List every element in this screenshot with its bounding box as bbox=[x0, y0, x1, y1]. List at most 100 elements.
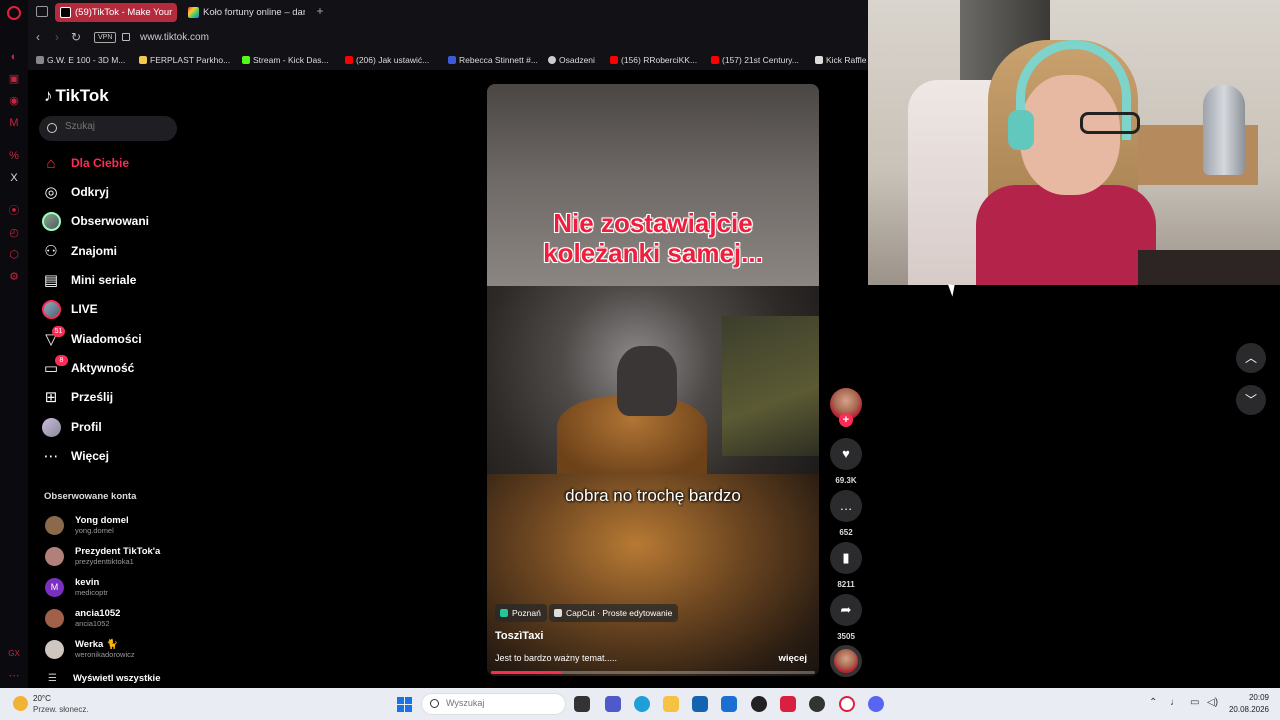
nav-item-following[interactable]: Obserwowani bbox=[42, 211, 182, 233]
messenger-icon[interactable]: ◉ bbox=[8, 95, 20, 107]
video-progress-bar[interactable] bbox=[491, 671, 815, 674]
video-headline: Nie zostawiajcie koleżanki samej... bbox=[487, 208, 819, 268]
like-action[interactable]: ♥ 69.3K bbox=[830, 438, 862, 485]
share-action[interactable]: ➦ 3505 bbox=[830, 594, 862, 641]
headline-line: koleżanki samej... bbox=[543, 238, 763, 268]
video-player[interactable]: Nie zostawiajcie koleżanki samej... dobr… bbox=[487, 84, 819, 676]
microphone-tray-icon[interactable]: ♩ bbox=[1170, 697, 1180, 708]
search-input[interactable] bbox=[65, 121, 165, 132]
rockstar-icon[interactable] bbox=[780, 696, 796, 712]
followed-account[interactable]: Prezydent TikTok'a prezydenttiktoka1 bbox=[44, 544, 184, 570]
aria-icon[interactable]: ◐ bbox=[8, 51, 20, 63]
bookmark-item[interactable]: Stream - Kick Das... bbox=[242, 55, 329, 65]
search-icon[interactable] bbox=[47, 123, 57, 133]
opera-logo-icon[interactable] bbox=[7, 6, 21, 20]
bookmark-item[interactable]: Osadzeni bbox=[548, 55, 595, 65]
tab-tiktok[interactable]: (59)TikTok - Make Your bbox=[55, 3, 177, 22]
bookmark-item[interactable]: Rebecca Stinnett #... bbox=[448, 55, 538, 65]
nav-item-explore[interactable]: ◎ Odkryj bbox=[42, 182, 182, 204]
back-icon[interactable]: ‹ bbox=[36, 31, 40, 43]
discord-icon[interactable] bbox=[868, 696, 884, 712]
comment-icon[interactable]: … bbox=[830, 490, 862, 522]
forward-icon[interactable]: › bbox=[55, 31, 59, 43]
player-icon[interactable]: ⦿ bbox=[8, 205, 20, 217]
taskbar-search-input[interactable] bbox=[446, 698, 556, 708]
followed-account[interactable]: ancia1052 ancia1052 bbox=[44, 606, 184, 632]
save-action[interactable]: ▮ 8211 bbox=[830, 542, 862, 589]
comment-action[interactable]: … 652 bbox=[830, 490, 862, 537]
sun-icon[interactable] bbox=[13, 696, 28, 711]
g-hub-icon[interactable] bbox=[751, 696, 767, 712]
settings-gear-icon[interactable]: ⚙ bbox=[8, 271, 20, 283]
task-view-icon[interactable] bbox=[574, 696, 590, 712]
teams-icon[interactable] bbox=[605, 696, 621, 712]
history-icon[interactable]: ◴ bbox=[8, 227, 20, 239]
gx-icon[interactable]: GX bbox=[8, 648, 20, 660]
extensions-icon[interactable]: ⬡ bbox=[8, 249, 20, 261]
taskbar-search[interactable] bbox=[421, 693, 566, 715]
tab-menu-icon[interactable] bbox=[36, 6, 48, 17]
bag-icon[interactable]: ▣ bbox=[8, 73, 20, 85]
store-icon[interactable] bbox=[692, 696, 708, 712]
nav-item-friends[interactable]: ⚇ Znajomi bbox=[42, 241, 182, 263]
tab-kolo-fortuny[interactable]: Koło fortuny online – darmo bbox=[183, 3, 305, 22]
outlook-icon[interactable] bbox=[721, 696, 737, 712]
nav-item-live[interactable]: LIVE bbox=[42, 299, 182, 321]
lock-icon[interactable] bbox=[122, 33, 130, 41]
bookmark-item[interactable]: G.W. E 100 - 3D M... bbox=[36, 55, 125, 65]
clock-time[interactable]: 20:09 bbox=[1229, 693, 1269, 702]
location-chip[interactable]: Poznań bbox=[495, 604, 547, 622]
follow-plus-icon[interactable]: + bbox=[839, 413, 853, 427]
more-button[interactable]: więcej bbox=[778, 653, 807, 664]
video-author[interactable]: ToszìTaxi bbox=[495, 630, 544, 642]
bookmark-label: Kick Raffle bbox=[826, 55, 867, 65]
nav-item-activity[interactable]: ▭ 8 Aktywność bbox=[42, 355, 182, 380]
chevron-up-tray-icon[interactable]: ⌃ bbox=[1149, 697, 1157, 708]
followed-account[interactable]: Yong domel yong.domel bbox=[44, 513, 184, 539]
followed-account[interactable]: Werka 🐈 weronikadorowicz bbox=[44, 637, 184, 663]
previous-video-button[interactable]: ︿ bbox=[1236, 343, 1266, 373]
share-icon[interactable]: ➦ bbox=[830, 594, 862, 626]
windows-start-icon[interactable] bbox=[397, 697, 412, 712]
bookmark-item[interactable]: (206) Jak ustawić... bbox=[345, 55, 429, 65]
nav-item-mini-series[interactable]: ▤ Mini seriale bbox=[42, 270, 182, 292]
tiktok-logo[interactable]: ♪ TikTok bbox=[44, 86, 109, 106]
bookmark-item[interactable]: FERPLAST Parkho... bbox=[139, 55, 230, 65]
next-video-button[interactable]: ﹀ bbox=[1236, 385, 1266, 415]
account-name: Werka 🐈 bbox=[75, 639, 118, 650]
weather-desc[interactable]: Przew. słonecz. bbox=[33, 705, 89, 714]
edge-icon[interactable] bbox=[634, 696, 650, 712]
bookmark-item[interactable]: Kick Raffle bbox=[815, 55, 866, 65]
url-field[interactable]: www.tiktok.com bbox=[140, 32, 209, 43]
percent-icon[interactable]: % bbox=[8, 150, 20, 162]
volume-tray-icon[interactable]: ◁) bbox=[1207, 697, 1218, 708]
bookmark-label: Stream - Kick Das... bbox=[253, 55, 329, 65]
bookmark-favicon-icon bbox=[548, 56, 556, 64]
weather-temp[interactable]: 20°C bbox=[33, 694, 51, 703]
x-twitter-icon[interactable]: X bbox=[8, 172, 20, 184]
activity-badge: 8 bbox=[55, 355, 68, 366]
music-disc-avatar[interactable] bbox=[830, 645, 862, 677]
sidebar-more-icon[interactable]: ⋯ bbox=[8, 670, 20, 682]
clock-date[interactable]: 20.08.2026 bbox=[1223, 705, 1269, 714]
nav-item-upload[interactable]: ⊞ Prześlij bbox=[42, 387, 182, 409]
followed-account[interactable]: M kevin medicoptr bbox=[44, 575, 184, 601]
nav-item-for-you[interactable]: ⌂ Dla Ciebie bbox=[42, 153, 182, 175]
steam-icon[interactable] bbox=[809, 696, 825, 712]
new-tab-button[interactable]: + bbox=[313, 4, 327, 18]
opera-taskbar-icon[interactable] bbox=[839, 696, 855, 712]
nav-item-more[interactable]: ⋯ Więcej bbox=[42, 446, 182, 468]
network-tray-icon[interactable]: ▭ bbox=[1190, 697, 1199, 708]
gmail-icon[interactable]: M bbox=[8, 117, 20, 129]
heart-icon[interactable]: ♥ bbox=[830, 438, 862, 470]
bookmark-icon[interactable]: ▮ bbox=[830, 542, 862, 574]
search-box[interactable] bbox=[39, 116, 177, 141]
reload-icon[interactable]: ↻ bbox=[71, 31, 81, 43]
nav-item-profile[interactable]: Profil bbox=[42, 417, 182, 439]
bookmark-item[interactable]: (156) RRoberciKK... bbox=[610, 55, 697, 65]
file-explorer-icon[interactable] bbox=[663, 696, 679, 712]
capcut-chip[interactable]: CapCut · Proste edytowanie bbox=[549, 604, 679, 622]
bookmark-item[interactable]: (157) 21st Century... bbox=[711, 55, 799, 65]
nav-item-messages[interactable]: ▽ 51 Wiadomości bbox=[42, 326, 182, 351]
vpn-badge[interactable]: VPN bbox=[94, 32, 117, 43]
